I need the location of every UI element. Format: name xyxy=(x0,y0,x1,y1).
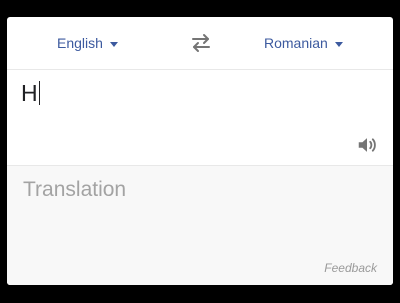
source-language-label: English xyxy=(57,35,103,51)
feedback-link[interactable]: Feedback xyxy=(324,261,377,275)
source-text-input[interactable]: H xyxy=(7,70,393,165)
caret-down-icon xyxy=(109,41,118,47)
speaker-icon[interactable] xyxy=(356,134,378,156)
swap-arrows-icon[interactable] xyxy=(190,33,212,53)
caret-down-icon xyxy=(334,41,343,47)
language-bar: English Romanian xyxy=(7,17,393,70)
target-language-label: Romanian xyxy=(264,35,328,51)
source-language-select[interactable]: English xyxy=(57,17,118,69)
translation-placeholder: Translation xyxy=(23,178,127,201)
target-language-select[interactable]: Romanian xyxy=(264,17,343,69)
input-text-value: H xyxy=(21,80,40,106)
translation-output: Translation Feedback xyxy=(7,165,393,285)
translate-card: English Romanian H Translation Feedback xyxy=(7,17,393,285)
text-cursor xyxy=(38,81,40,105)
input-text: H xyxy=(21,80,38,106)
